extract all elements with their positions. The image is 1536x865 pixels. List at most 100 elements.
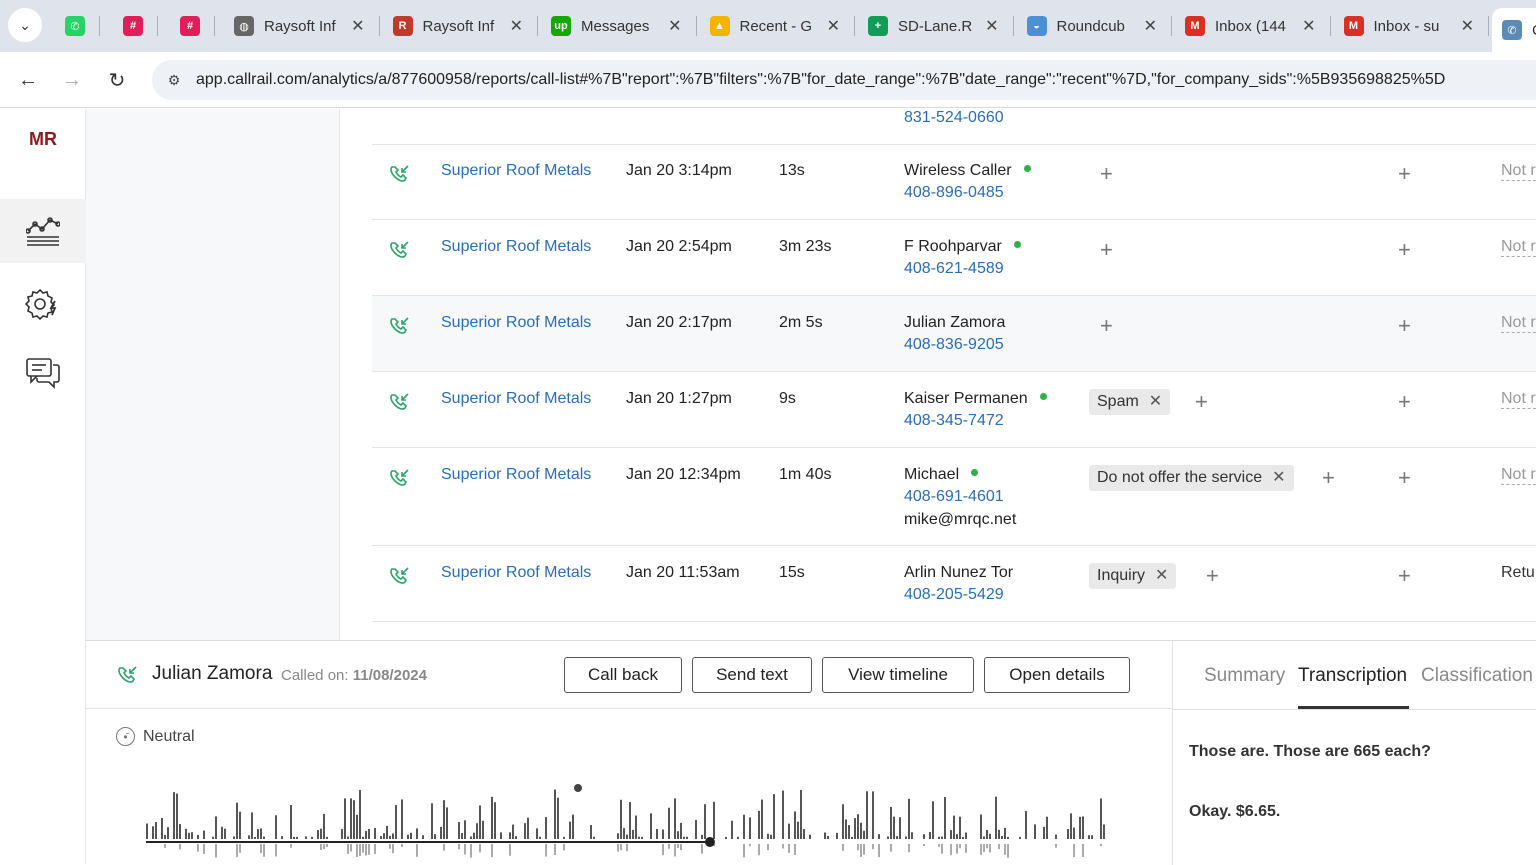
reload-button[interactable]: ↻	[101, 64, 133, 96]
waveform-bar	[953, 815, 955, 839]
add-tag-icon[interactable]: +	[1100, 163, 1113, 185]
add-tag-icon[interactable]: +	[1206, 565, 1219, 587]
add-note-icon[interactable]: +	[1398, 239, 1411, 261]
waveform-bar	[305, 836, 307, 839]
called-on: Called on: 11/08/2024	[281, 667, 427, 684]
account-logo[interactable]: MR	[0, 129, 86, 150]
tab-classification[interactable]: Classification	[1421, 665, 1533, 687]
close-tab-icon[interactable]: ✕	[510, 16, 523, 36]
browser-tab[interactable]: M Inbox - su ✕	[1334, 8, 1485, 44]
forward-button[interactable]: →	[56, 64, 88, 96]
sidebar-item-settings[interactable]	[0, 272, 86, 336]
company-link[interactable]: Superior Roof Metals	[441, 390, 591, 408]
lead-status[interactable]: Retu	[1501, 564, 1535, 582]
browser-tab[interactable]: M Inbox (144 ✕	[1175, 8, 1326, 44]
add-tag-icon[interactable]: +	[1100, 239, 1113, 261]
audio-waveform[interactable]	[142, 783, 1122, 865]
company-link[interactable]: Superior Roof Metals	[441, 564, 591, 582]
playhead-handle[interactable]	[704, 837, 715, 847]
waveform-bar-secondary	[758, 844, 760, 856]
lead-status[interactable]: Not r	[1501, 238, 1536, 257]
back-button[interactable]: ←	[12, 64, 44, 96]
waveform-bar	[635, 815, 637, 839]
browser-tab[interactable]: R Raysoft Inf ✕	[383, 8, 534, 44]
caller-phone-link[interactable]: 408-621-4589	[904, 260, 1004, 278]
call-row[interactable]: Superior Roof Metals Jan 20 12:34pm 1m 40s…	[372, 448, 1536, 546]
waveform-marker[interactable]	[574, 784, 582, 792]
waveform-bar	[179, 824, 181, 839]
caller-phone-link[interactable]: 408-896-0485	[904, 184, 1004, 202]
add-note-icon[interactable]: +	[1398, 391, 1411, 413]
browser-tab[interactable]: ▲ Recent - G ✕	[700, 8, 851, 44]
waveform-bar	[146, 823, 148, 839]
company-link[interactable]: Superior Roof Metals	[441, 466, 591, 484]
remove-tag-icon[interactable]: ✕	[1149, 393, 1162, 410]
close-tab-icon[interactable]: ✕	[668, 16, 681, 36]
view-timeline-button[interactable]: View timeline	[822, 657, 974, 693]
lead-status[interactable]: Not r	[1501, 314, 1536, 333]
send-text-button[interactable]: Send text	[692, 657, 812, 693]
waveform-bar	[797, 821, 799, 839]
tab-transcription[interactable]: Transcription	[1298, 665, 1407, 687]
add-note-icon[interactable]: +	[1398, 467, 1411, 489]
close-tab-icon[interactable]: ✕	[1302, 16, 1315, 36]
waveform-bar	[911, 832, 913, 839]
close-tab-icon[interactable]: ✕	[351, 16, 364, 36]
caller-phone-link[interactable]: 408-345-7472	[904, 412, 1004, 430]
waveform-bar-secondary	[401, 844, 403, 848]
caller-phone-link[interactable]: 408-691-4601	[904, 488, 1004, 506]
browser-tab[interactable]: ◒ Roundcub ✕	[1017, 8, 1168, 44]
tab-search-button[interactable]: ⌄	[8, 8, 42, 42]
call-row[interactable]: Superior Roof Metals Jan 20 2:17pm 2m 5s Ju…	[372, 296, 1536, 372]
tab-summary[interactable]: Summary	[1204, 665, 1285, 687]
open-details-button[interactable]: Open details	[984, 657, 1130, 693]
close-tab-icon[interactable]: ✕	[985, 16, 998, 36]
add-tag-icon[interactable]: +	[1195, 391, 1208, 413]
call-row[interactable]: Superior Roof Metals Jan 20 11:53am 15s Arl…	[372, 546, 1536, 622]
browser-tab[interactable]: #	[113, 8, 153, 44]
browser-tab[interactable]: ✆C	[1492, 8, 1536, 52]
call-row[interactable]: Superior Roof Metals Jan 20 2:54pm 3m 23s F…	[372, 220, 1536, 296]
remove-tag-icon[interactable]: ✕	[1272, 469, 1285, 486]
browser-tab[interactable]: ◍ Raysoft Inf ✕	[224, 8, 375, 44]
add-tag-icon[interactable]: +	[1100, 315, 1113, 337]
close-tab-icon[interactable]: ✕	[1144, 16, 1157, 36]
browser-tab[interactable]: + SD-Lane.R ✕	[858, 8, 1009, 44]
waveform-bar	[344, 798, 346, 839]
site-info-icon[interactable]: ⚙	[164, 70, 184, 90]
waveform-bar	[296, 836, 298, 839]
waveform-bar-secondary	[290, 844, 292, 848]
browser-tab[interactable]: up Messages ✕	[541, 8, 692, 44]
lead-status[interactable]: Not r	[1501, 162, 1536, 181]
company-link[interactable]: Superior Roof Metals	[441, 314, 591, 332]
waveform-bar-secondary	[782, 844, 784, 849]
call-row[interactable]: Superior Roof Metals Jan 20 3:14pm 13s Wire…	[372, 144, 1536, 220]
company-link[interactable]: Superior Roof Metals	[441, 162, 591, 180]
add-tag-icon[interactable]: +	[1322, 467, 1335, 489]
browser-tab[interactable]: ✆	[55, 8, 95, 44]
call-row[interactable]: Superior Roof Metals Jan 20 1:27pm 9s Kaise…	[372, 372, 1536, 448]
browser-tab[interactable]: #	[170, 8, 210, 44]
sidebar-item-analytics[interactable]	[0, 199, 86, 263]
add-note-icon[interactable]: +	[1398, 163, 1411, 185]
waveform-bar-secondary	[986, 844, 988, 849]
tab-title: Recent - G	[739, 17, 813, 35]
waveform-bar	[1034, 824, 1036, 839]
add-note-icon[interactable]: +	[1398, 565, 1411, 587]
call-back-button[interactable]: Call back	[564, 657, 682, 693]
waveform-bar	[725, 836, 727, 839]
close-tab-icon[interactable]: ✕	[1461, 16, 1474, 36]
lead-status[interactable]: Not r	[1501, 390, 1536, 409]
caller-phone-link[interactable]: 408-205-5429	[904, 586, 1004, 604]
company-link[interactable]: Superior Roof Metals	[441, 238, 591, 256]
lead-status[interactable]: Not r	[1501, 466, 1536, 485]
url-bar[interactable]: ⚙ app.callrail.com/analytics/a/877600958…	[152, 60, 1536, 100]
caller-name-text: Julian Zamora	[904, 314, 1006, 331]
add-note-icon[interactable]: +	[1398, 315, 1411, 337]
caller-phone-link[interactable]: 408-836-9205	[904, 336, 1004, 354]
remove-tag-icon[interactable]: ✕	[1155, 567, 1168, 584]
waveform-bar-secondary	[179, 844, 181, 850]
close-tab-icon[interactable]: ✕	[827, 16, 840, 36]
waveform-bar	[1019, 836, 1021, 839]
sidebar-item-conversations[interactable]	[0, 341, 86, 405]
